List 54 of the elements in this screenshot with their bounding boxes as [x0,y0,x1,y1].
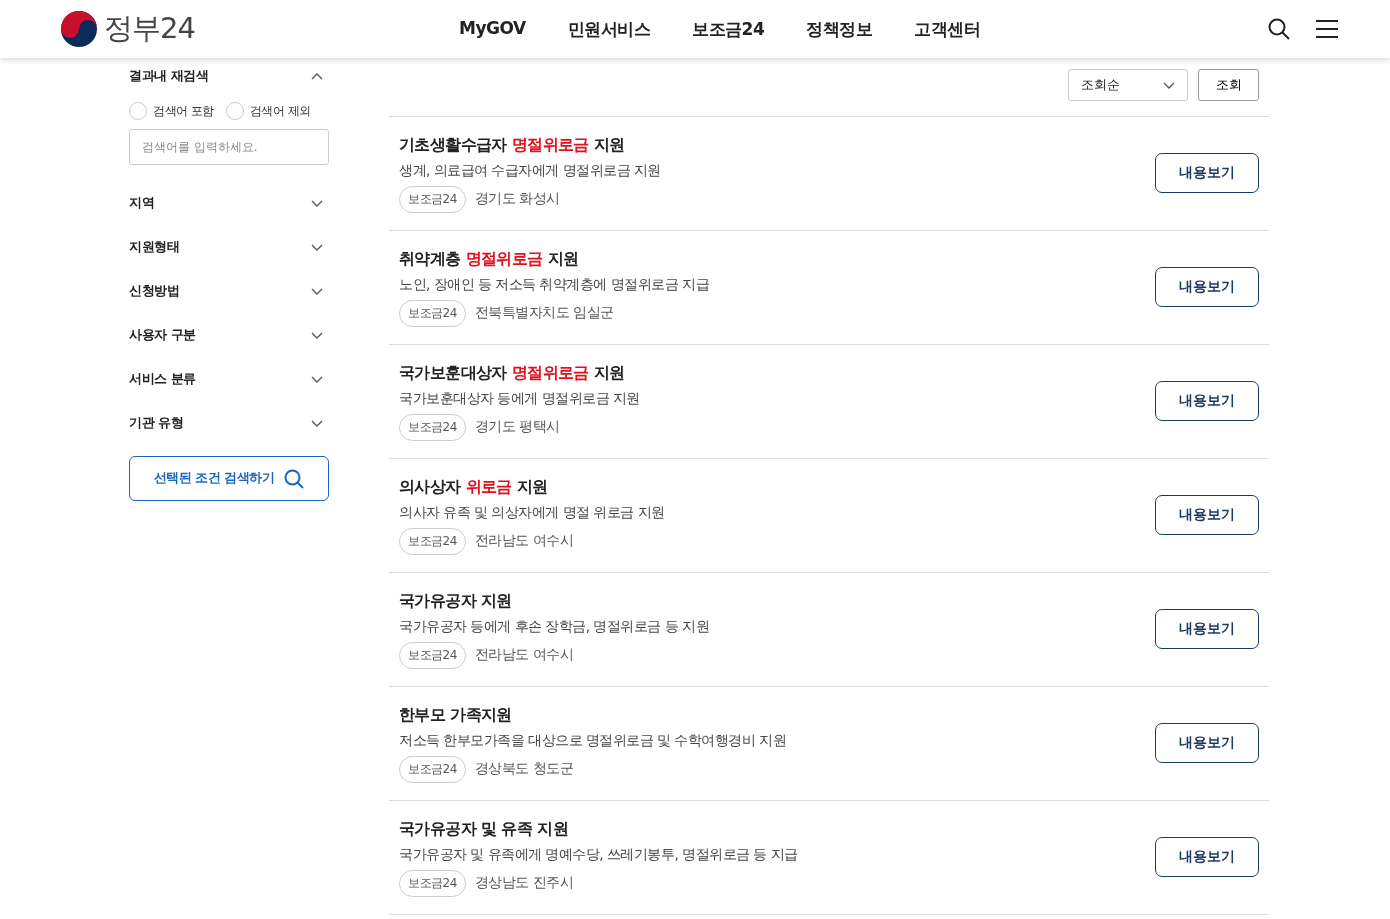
radio-option[interactable]: 검색어 제외 [225,102,311,120]
result-description: 국가보훈대상자 등에게 명절위로금 지원 [399,389,640,408]
result-title[interactable]: 국가유공자 및 유족 지원 [399,818,798,840]
nav-link[interactable]: 고객센터 [914,17,981,41]
result-description: 국가유공자 및 유족에게 명예수당, 쓰레기봉투, 명절위로금 등 지급 [399,845,798,864]
search-conditions-button[interactable]: 선택된 조건 검색하기 [129,456,329,501]
result-description: 의사자 유족 및 의상자에게 명절 위로금 지원 [399,503,665,522]
filter-item[interactable]: 서비스 분류 [129,357,329,401]
result-title[interactable]: 의사상자 위로금 지원 [399,476,665,498]
result-description: 노인, 장애인 등 저소득 취약계층에 명절위로금 지급 [399,275,710,294]
region-text: 경상남도 진주시 [474,874,574,892]
menu-icon [1316,19,1338,39]
search-button[interactable]: 조회 [1198,69,1259,101]
filter-item[interactable]: 신청방법 [129,269,329,313]
view-details-button[interactable]: 내용보기 [1155,380,1259,421]
result-description: 생계, 의료급여 수급자에게 명절위로금 지원 [399,161,661,180]
result-title[interactable]: 취약계층 명절위로금 지원 [399,248,710,270]
filter-item[interactable]: 기관 유형 [129,401,329,445]
section-title: 결과내 재검색 [129,67,209,85]
sort-dropdown[interactable]: 조회순 [1068,69,1188,101]
search-icon [284,468,305,489]
result-title[interactable]: 기초생활수급자 명절위로금 지원 [399,134,661,156]
result-description: 국가유공자 등에게 후손 장학금, 명절위로금 등 지원 [399,617,710,636]
emblem-icon [60,10,98,48]
nav-link[interactable]: 민원서비스 [567,17,651,41]
chevron-down-icon [1163,80,1175,90]
nav-link[interactable]: 정책정보 [806,17,873,41]
result-title[interactable]: 한부모 가족지원 [399,704,787,726]
view-details-button[interactable]: 내용보기 [1155,836,1259,877]
view-details-button[interactable]: 내용보기 [1155,494,1259,535]
filter-item[interactable]: 지원형태 [129,225,329,269]
region-text: 전북특별자치도 임실군 [474,304,614,322]
nav-link[interactable]: MyGOV [459,17,526,41]
nav-link[interactable]: 보조금24 [692,17,765,41]
result-description: 저소득 한부모가족을 대상으로 명절위로금 및 수학여행경비 지원 [399,731,787,750]
filter-item[interactable]: 사용자 구분 [129,313,329,357]
region-text: 경상북도 청도군 [474,760,574,778]
result-title[interactable]: 국가유공자 지원 [399,590,710,612]
region-text: 전라남도 여수시 [474,532,574,550]
menu-button[interactable] [1316,19,1338,39]
radio-option[interactable]: 검색어 포함 [129,102,214,120]
view-details-button[interactable]: 내용보기 [1155,152,1259,193]
search-button[interactable] [1268,18,1290,40]
view-details-button[interactable]: 내용보기 [1155,608,1259,649]
search-icon [1268,18,1290,40]
view-details-button[interactable]: 내용보기 [1155,266,1259,307]
region-text: 경기도 화성시 [474,190,560,208]
result-title[interactable]: 국가보훈대상자 명절위로금 지원 [399,362,640,384]
view-details-button[interactable]: 내용보기 [1155,722,1259,763]
logo-link[interactable]: 정부24 [104,9,195,49]
region-text: 전라남도 여수시 [474,646,574,664]
region-text: 경기도 평택시 [474,418,560,436]
search-field[interactable]: 검색어를 입력하세요. [129,129,329,165]
filter-item[interactable]: 지역 [129,181,329,225]
